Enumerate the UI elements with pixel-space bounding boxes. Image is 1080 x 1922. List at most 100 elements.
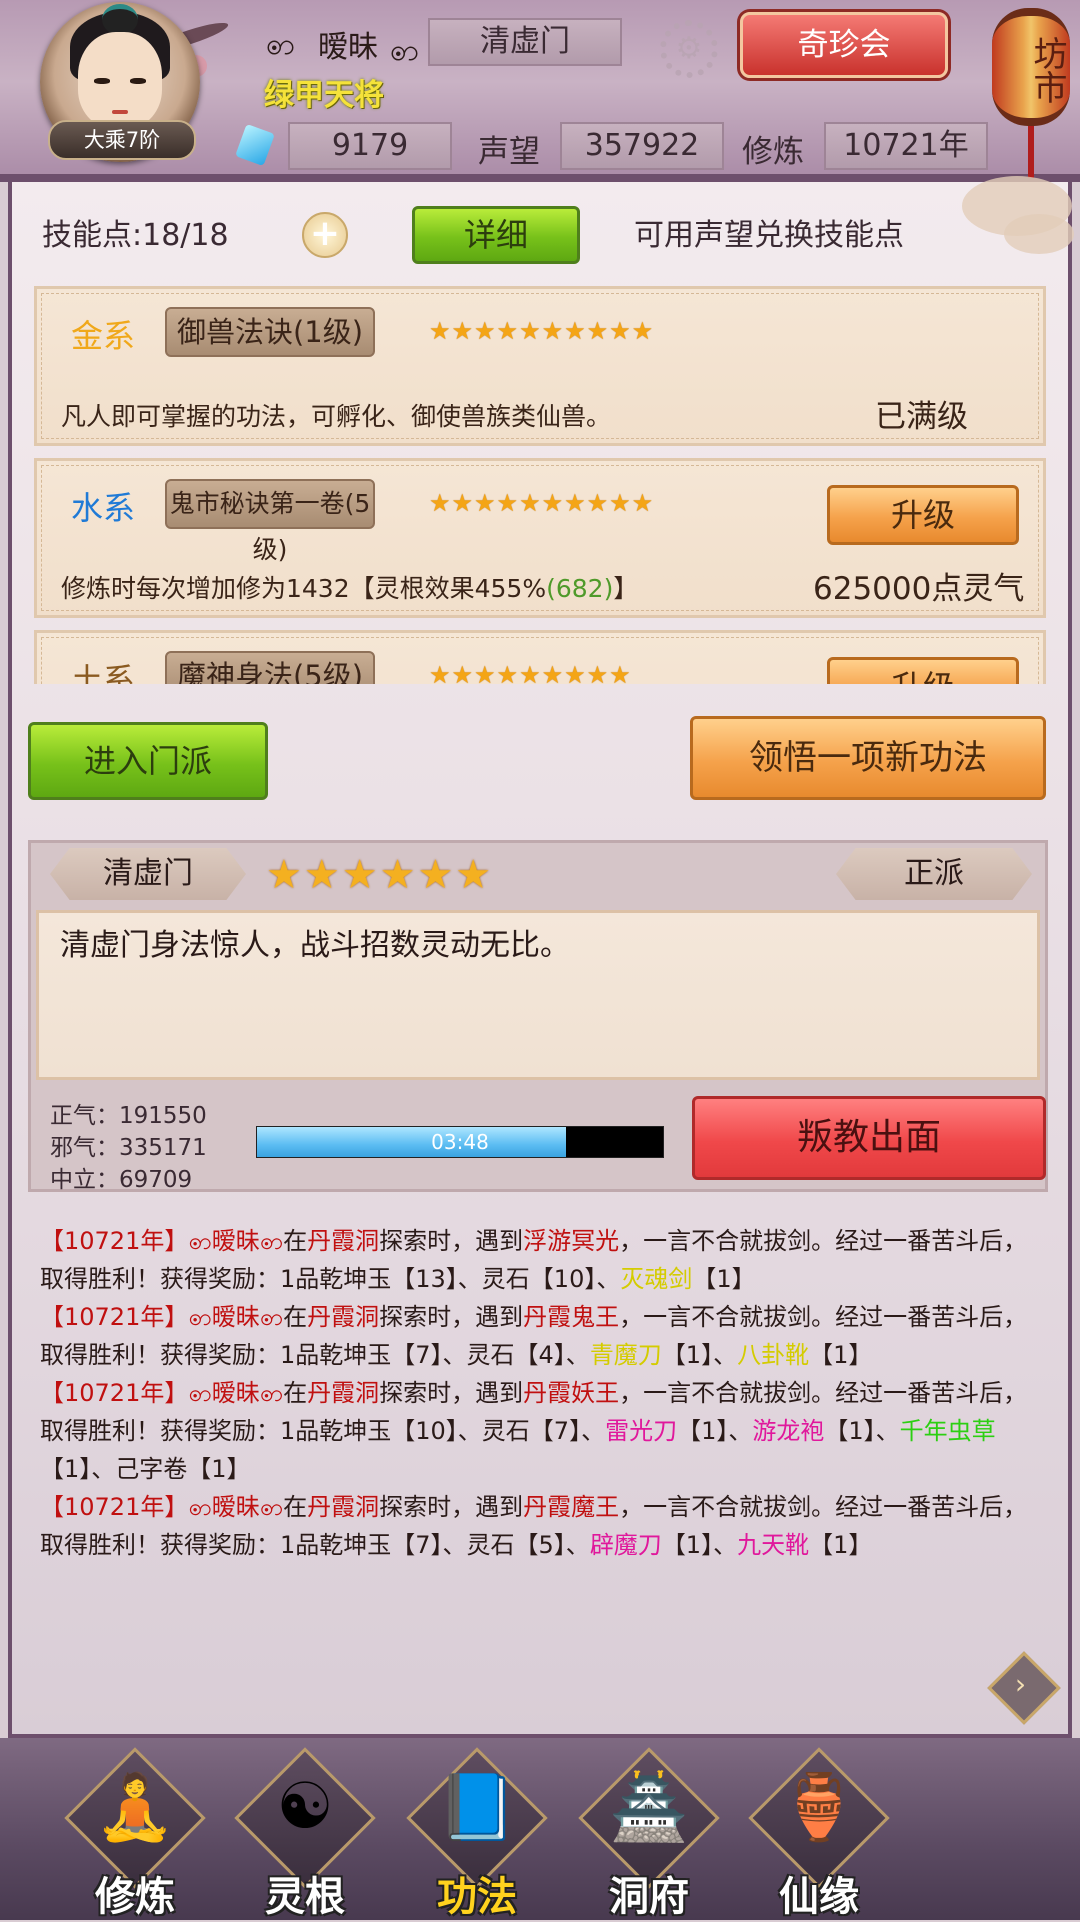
log-text: 在 xyxy=(283,1493,308,1521)
log-player-name: 暧昧 xyxy=(211,1493,260,1521)
log-player-name: 暧昧 xyxy=(211,1227,260,1255)
gourd-icon: 🏺 xyxy=(779,1771,859,1845)
log-reward: 【1】、 xyxy=(661,1341,738,1369)
log-reward: 1品乾坤玉【7】、灵石【5】、 xyxy=(280,1531,590,1559)
evil-stat: 邪气：335171 xyxy=(50,1135,207,1161)
log-monster: 丹霞鬼王 xyxy=(523,1303,620,1331)
skill-element: 水系 xyxy=(71,489,136,527)
gear-icon[interactable]: ⚙ xyxy=(660,20,718,78)
cultivation-label: 修炼 xyxy=(742,134,804,170)
reputation-label: 声望 xyxy=(478,134,540,170)
log-reward: 八卦靴 xyxy=(737,1341,810,1369)
nav-label: 修炼 xyxy=(95,1874,175,1920)
skill-element: 金系 xyxy=(71,317,136,355)
log-reward: 【1】、 xyxy=(661,1531,738,1559)
log-year: 【10721年】 xyxy=(40,1379,189,1407)
gems-field: 9179 xyxy=(288,122,452,170)
nav-label: 洞府 xyxy=(609,1874,689,1920)
skill-point-hint: 可用声望兑换技能点 xyxy=(634,218,904,253)
betray-sect-button[interactable]: 叛教出面 xyxy=(692,1096,1046,1180)
upgrade-cost: 625000点灵气 xyxy=(813,571,1025,607)
log-text: 在 xyxy=(283,1303,308,1331)
sect-stars: ★★★★★★ xyxy=(266,852,494,898)
log-reward: 千年虫草 xyxy=(899,1417,996,1445)
log-monster: 丹霞魔王 xyxy=(523,1493,620,1521)
log-text: 在 xyxy=(283,1379,308,1407)
sect-name: 清虚门 xyxy=(50,848,246,900)
cultivation-field: 10721年 xyxy=(824,122,988,170)
log-reward: 【1】 xyxy=(809,1341,873,1369)
timer-text: 03:48 xyxy=(431,1130,489,1154)
skill-card-gold: 金系 御兽法诀(1级) ★★★★★★★★★★ 凡人即可掌握的功法，可孵化、御使兽… xyxy=(34,286,1046,446)
name-swirl-icon: ꩦ xyxy=(259,1227,284,1255)
comprehend-skill-button[interactable]: 领悟一项新功法 xyxy=(690,716,1046,800)
cultivation-icon: 🧘 xyxy=(95,1771,175,1845)
skill-element: 土系 xyxy=(71,661,136,684)
log-reward: 1品乾坤玉【10】、灵石【7】、 xyxy=(280,1417,606,1445)
log-reward: 雷光刀 xyxy=(605,1417,678,1445)
righteous-stat: 正气：191550 xyxy=(50,1103,207,1129)
nav-label: 灵根 xyxy=(265,1874,345,1920)
nav-spirit-root[interactable]: ☯ 灵根 xyxy=(230,1747,380,1920)
log-year: 【10721年】 xyxy=(40,1493,189,1521)
market-lantern-button[interactable]: 坊市 xyxy=(992,8,1070,126)
skill-stars: ★★★★★★★★★ xyxy=(429,661,632,684)
neutral-stat: 中立：69709 xyxy=(50,1167,193,1193)
sect-field: 清虚门 xyxy=(428,18,622,66)
log-reward: 【1】 xyxy=(809,1531,873,1559)
nav-cultivation[interactable]: 🧘 修炼 xyxy=(60,1747,210,1920)
log-monster: 丹霞妖王 xyxy=(523,1379,620,1407)
log-entry: 【10721年】ꩦ暧昧ꩦ在丹霞洞探索时，遇到丹霞魔王，一言不合就拔剑。经过一番苦… xyxy=(40,1488,1040,1564)
nav-cave-pavilion[interactable]: 🏯 洞府 xyxy=(574,1747,724,1920)
log-text: 探索时，遇到 xyxy=(379,1379,524,1407)
qizhen-button[interactable]: 奇珍会 xyxy=(740,12,948,78)
skill-name: 魔神身法(5级) xyxy=(165,651,375,684)
upgrade-button[interactable]: 升级 xyxy=(827,657,1019,684)
upgrade-button[interactable]: 升级 xyxy=(827,485,1019,545)
detail-button[interactable]: 详细 xyxy=(412,206,580,264)
log-text: 探索时，遇到 xyxy=(379,1227,524,1255)
log-reward: 【1】 xyxy=(692,1265,756,1293)
skills-book-icon: 📘 xyxy=(437,1771,517,1845)
nav-gourd[interactable]: 🏺 仙缘 xyxy=(744,1747,894,1920)
log-reward: 游龙袍 xyxy=(752,1417,825,1445)
log-year: 【10721年】 xyxy=(40,1303,189,1331)
log-entry: 【10721年】ꩦ暧昧ꩦ在丹霞洞探索时，遇到丹霞妖王，一言不合就拔剑。经过一番苦… xyxy=(40,1374,1040,1488)
enter-sect-button[interactable]: 进入门派 xyxy=(28,722,268,800)
skill-description: 修炼时每次增加修为1432【灵根效果455%(682)】 xyxy=(61,574,639,603)
log-reward: 【1】、 xyxy=(677,1417,753,1445)
log-text: 探索时，遇到 xyxy=(379,1303,524,1331)
nav-label: 仙缘 xyxy=(779,1874,859,1920)
skill-points-label: 技能点:18/18 xyxy=(42,218,229,253)
reputation-field: 357922 xyxy=(560,122,724,170)
name-swirl-left-icon: ꩦ xyxy=(266,27,296,62)
log-player-name: 暧昧 xyxy=(211,1303,260,1331)
skill-list[interactable]: 金系 御兽法诀(1级) ★★★★★★★★★★ 凡人即可掌握的功法，可孵化、御使兽… xyxy=(30,284,1050,684)
name-swirl-icon: ꩦ xyxy=(188,1227,212,1255)
log-reward: 【1】、 xyxy=(824,1417,900,1445)
skill-status: 已满级 xyxy=(875,399,968,435)
log-monster: 浮游冥光 xyxy=(523,1227,620,1255)
skill-stars: ★★★★★★★★★★ xyxy=(429,317,655,345)
skill-name: 鬼市秘诀第一卷(5级) xyxy=(165,479,375,564)
skill-description: 凡人即可掌握的功法，可孵化、御使兽族类仙兽。 xyxy=(61,402,612,431)
name-swirl-right-icon: ꩦ xyxy=(390,33,420,68)
add-skill-point-button[interactable]: + xyxy=(302,212,348,258)
log-reward: 1品乾坤玉【13】、灵石【10】、 xyxy=(280,1265,621,1293)
log-entry: 【10721年】ꩦ暧昧ꩦ在丹霞洞探索时，遇到浮游冥光，一言不合就拔剑。经过一番苦… xyxy=(40,1222,1040,1298)
log-reward: 青魔刀 xyxy=(589,1341,662,1369)
player-name: 暧昧 xyxy=(318,30,378,65)
timer-progress-bar: 03:48 xyxy=(256,1126,664,1158)
spirit-root-icon: ☯ xyxy=(276,1770,334,1844)
skill-stars: ★★★★★★★★★★ xyxy=(429,489,655,517)
name-swirl-icon: ꩦ xyxy=(188,1493,212,1521)
log-reward: 【1】、己字卷【1】 xyxy=(40,1455,251,1483)
nav-skills-book[interactable]: 📘 功法 xyxy=(402,1747,552,1920)
name-swirl-icon: ꩦ xyxy=(259,1303,284,1331)
name-swirl-icon: ꩦ xyxy=(188,1303,212,1331)
log-reward: 1品乾坤玉【7】、灵石【4】、 xyxy=(280,1341,590,1369)
log-text: 探索时，遇到 xyxy=(379,1493,524,1521)
log-place: 丹霞洞 xyxy=(307,1303,380,1331)
skill-name: 御兽法诀(1级) xyxy=(165,307,375,357)
name-swirl-icon: ꩦ xyxy=(259,1493,284,1521)
